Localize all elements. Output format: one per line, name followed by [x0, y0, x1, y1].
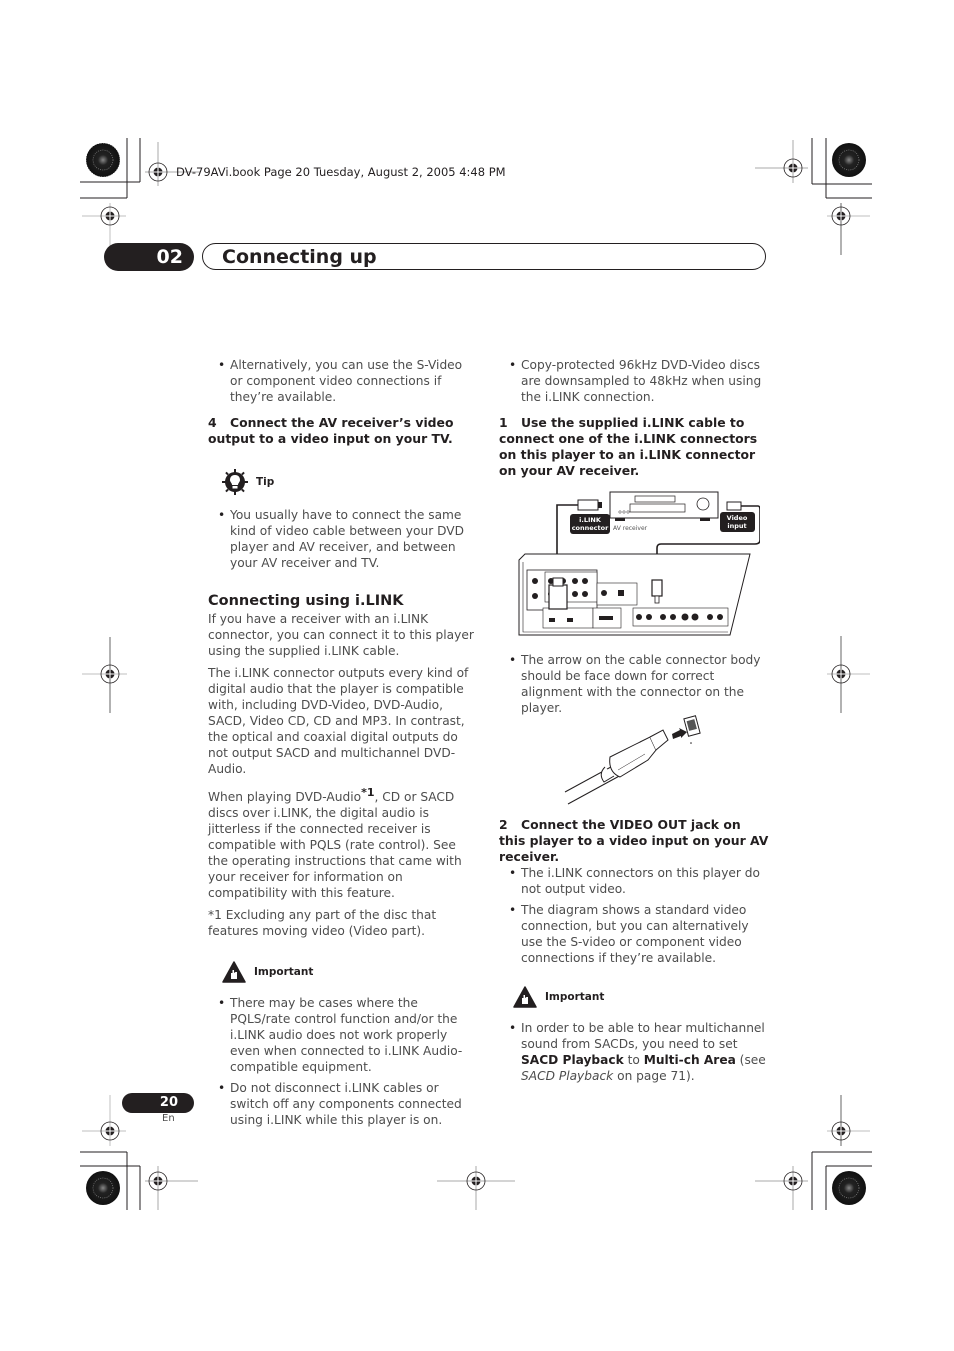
av-receiver-illustration: [609, 491, 719, 521]
ilink-connection-diagram: i.LINK connector AV receiver Video input: [515, 490, 761, 640]
lightbulb-icon: [222, 469, 248, 495]
footnote: *1 Excluding any part of the disc that f…: [208, 908, 437, 939]
important-text: (see: [735, 1053, 766, 1067]
important-header: Important: [513, 986, 769, 1008]
bullet-text: Copy-protected 96kHz DVD-Video discs are…: [521, 358, 762, 404]
page-number: 20: [122, 1093, 194, 1113]
important-label: Important: [545, 991, 605, 1003]
step-number: 4: [208, 415, 217, 430]
important-label: Important: [254, 966, 314, 979]
bullet-item: • The arrow on the cable connector body …: [499, 652, 769, 716]
tip-label: Tip: [256, 476, 275, 488]
bullet-dot: •: [509, 358, 517, 372]
step-text: Connect the AV receiver’s video output t…: [208, 415, 454, 446]
section-heading: Connecting using i.LINK: [208, 593, 404, 609]
bullet-item: • The i.LINK connectors on this player d…: [499, 865, 769, 897]
insert-arrow-icon: [672, 728, 687, 739]
step-number: 2: [499, 817, 508, 832]
right-column-continued: • The arrow on the cable connector body …: [499, 652, 769, 721]
bullet-dot: •: [509, 903, 517, 917]
bullet-text: There may be cases where the PQLS/rate c…: [230, 996, 463, 1075]
bullet-item: • Copy-protected 96kHz DVD-Video discs a…: [499, 357, 769, 405]
print-info-line: DV-79AVi.book Page 20 Tuesday, August 2,…: [176, 165, 506, 179]
ilink-connector-label-line1: i.LINK: [579, 516, 602, 524]
bullet-text: You usually have to connect the same kin…: [230, 508, 464, 570]
cable-connector-illustration: [560, 712, 710, 807]
starburst-mark-top-right: [832, 143, 866, 177]
important-text: to: [623, 1053, 644, 1067]
chapter-number: 02: [104, 243, 194, 271]
bullet-item: • Alternatively, you can use the S-Video…: [208, 357, 478, 405]
step-number: 1: [499, 415, 508, 430]
bullet-text: The arrow on the cable connector body sh…: [521, 653, 761, 715]
bullet-dot: •: [509, 866, 517, 880]
step-text: Use the supplied i.LINK cable to connect…: [499, 415, 758, 478]
step-2-heading: 2 Connect the VIDEO OUT jack on this play…: [499, 817, 769, 865]
warning-hand-icon: [513, 986, 537, 1008]
starburst-mark-top-left: [85, 142, 121, 178]
bullet-text: In order to be able to hear multichannel…: [521, 1021, 766, 1083]
ilink-connector-label-line2: connector: [572, 524, 609, 532]
bullet-text: Do not disconnect i.LINK cables or switc…: [230, 1081, 462, 1128]
paragraph-text: When playing DVD-Audio: [208, 790, 362, 805]
bullet-text: The i.LINK connectors on this player do …: [521, 866, 760, 896]
paragraph-text: , CD or SACD discs over i.LINK, the digi…: [208, 790, 462, 901]
bullet-text: The diagram shows a standard video conne…: [521, 903, 749, 965]
ilink-plug-diagram-svg: [564, 715, 701, 805]
bullet-dot: •: [218, 996, 226, 1011]
important-text: on page 71).: [613, 1069, 695, 1083]
paragraph: The i.LINK connector outputs every kind …: [208, 666, 469, 776]
bullet-dot: •: [509, 1021, 517, 1035]
menu-setting-value: Multi-ch Area: [643, 1053, 736, 1067]
important-header: Important: [222, 961, 478, 983]
video-input-label-line1: Video: [727, 514, 748, 522]
av-receiver-label: AV receiver: [613, 525, 648, 532]
page-language: En: [162, 1113, 175, 1124]
tip-header: Tip: [222, 469, 478, 495]
step-1-heading: 1 Use the supplied i.LINK cable to connec…: [499, 415, 769, 479]
left-column: • Alternatively, you can use the S-Video…: [208, 357, 478, 1133]
step-text: Connect the VIDEO OUT jack on this playe…: [499, 817, 769, 864]
bullet-dot: •: [218, 1081, 226, 1096]
chapter-title: Connecting up: [222, 246, 377, 268]
paragraph: If you have a receiver with an i.LINK co…: [208, 612, 474, 658]
starburst-mark-bottom-right: [832, 1171, 866, 1205]
paragraph: When playing DVD-Audio*1, CD or SACD dis…: [208, 785, 478, 901]
bullet-item: • The diagram shows a standard video con…: [499, 902, 769, 966]
menu-setting-name: SACD Playback: [521, 1053, 624, 1067]
right-column: • Copy-protected 96kHz DVD-Video discs a…: [499, 357, 769, 487]
footnote-marker: *1: [361, 786, 375, 799]
cross-reference: SACD Playback: [521, 1069, 614, 1083]
bullet-dot: •: [218, 358, 226, 372]
starburst-mark-bottom-left: [86, 1171, 120, 1205]
video-input-label-line2: input: [727, 522, 746, 530]
bullet-dot: •: [218, 508, 226, 522]
connection-diagram-svg: i.LINK connector AV receiver Video input: [518, 491, 761, 636]
step-4-heading: 4 Connect the AV receiver’s video output …: [208, 415, 478, 447]
right-column-step2: 2 Connect the VIDEO OUT jack on this play…: [499, 817, 769, 1089]
tip-bullet: • You usually have to connect the same k…: [208, 507, 478, 571]
dvd-player-rear-panel: [518, 553, 751, 636]
warning-hand-icon: [222, 961, 246, 983]
important-text: In order to be able to hear multichannel…: [521, 1021, 765, 1051]
bullet-dot: •: [509, 653, 517, 667]
important-bullet: • Do not disconnect i.LINK cables or swi…: [208, 1080, 478, 1128]
bullet-text: Alternatively, you can use the S-Video o…: [230, 358, 463, 404]
important-bullet: • There may be cases where the PQLS/rate…: [208, 995, 478, 1075]
important-bullet: • In order to be able to hear multichann…: [499, 1020, 769, 1084]
